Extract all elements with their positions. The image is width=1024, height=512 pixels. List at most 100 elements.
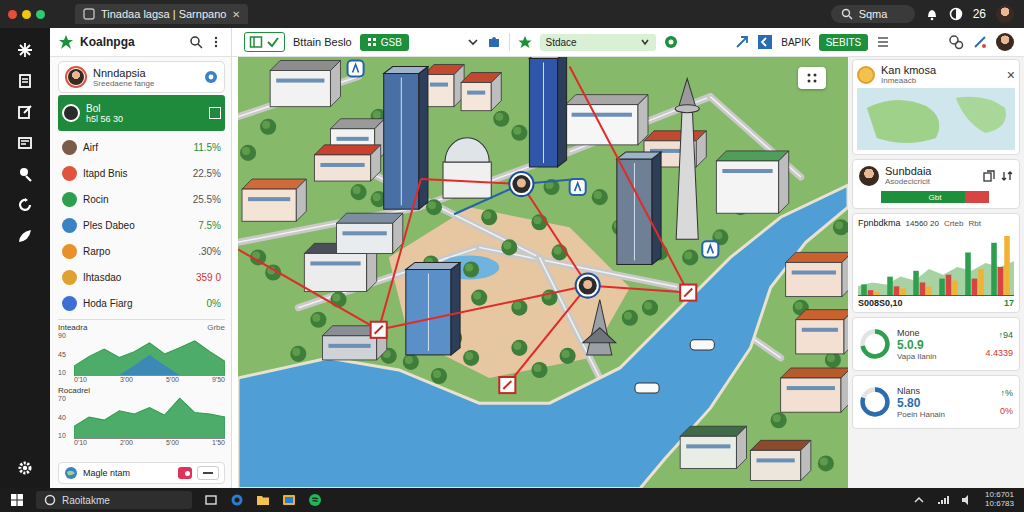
select-box[interactable] [209,107,221,119]
profile-name: Nnndapsia [93,67,198,79]
leaf-icon[interactable] [17,228,33,244]
sidebar-item[interactable]: Rarpo .30% [58,239,225,263]
volume-icon[interactable] [961,494,973,506]
notification-icon[interactable] [925,7,939,21]
y-tick: 70 [58,395,72,402]
user-pin[interactable] [509,172,533,196]
edit-icon[interactable] [17,104,33,120]
chart-bar [926,286,932,296]
sidebar-item[interactable]: Airf 11.5% [58,135,225,159]
chart-bar [1004,236,1010,296]
clock[interactable]: 10:670110:6783 [985,491,1014,509]
chart-series [74,356,225,377]
list-icon[interactable] [17,135,33,151]
music-icon[interactable] [308,493,322,507]
mini-map[interactable] [857,88,1015,150]
contact-subtitle: Asodecicricit [885,177,977,186]
folder-icon[interactable] [256,493,270,507]
refresh-icon[interactable] [17,197,33,213]
star-icon[interactable] [518,35,532,49]
donut-chart [859,328,891,360]
building [322,326,386,360]
share-icon[interactable] [972,34,988,50]
map[interactable] [238,57,848,488]
maximize-window-button[interactable] [36,10,45,19]
sidebar-item[interactable]: Ples Dabeo 7.5% [58,213,225,237]
task-view-icon[interactable] [204,493,218,507]
map-layers-button[interactable] [798,67,826,89]
gear-icon[interactable] [17,460,33,476]
contact-card[interactable]: Sunbdaia Asodecicricit Gbt [852,159,1020,209]
sidebar-item[interactable]: Itapd Bnis 22.5% [58,161,225,185]
y-tick: 40 [58,414,72,421]
app-icon[interactable] [282,493,296,507]
tab-close-button[interactable]: ✕ [232,9,240,20]
footer-toggle[interactable] [178,467,192,479]
menu-icon[interactable] [876,35,890,49]
sidebar-item[interactable]: Hoda Fiarg 0% [58,291,225,315]
person-search-icon[interactable] [17,166,33,182]
red-marker[interactable] [371,322,387,338]
action-button[interactable]: SEBITS [819,34,869,51]
chart-bar [998,267,1004,296]
user-pin[interactable] [576,274,600,298]
red-marker[interactable] [499,377,515,393]
tree [463,261,479,277]
puzzle-icon[interactable] [487,35,501,49]
item-avatar [62,218,77,233]
view-toggle[interactable] [244,32,285,52]
sidebar-item[interactable]: Ihtasdao 359 0 [58,265,225,289]
status-icon[interactable] [664,35,678,49]
route-line [421,179,521,184]
sort-icon[interactable] [1001,170,1013,182]
collapse-button[interactable] [197,466,219,480]
blue-pin[interactable] [348,60,364,76]
red-marker[interactable] [680,285,696,301]
search-icon[interactable] [189,35,203,49]
windows-start-icon[interactable] [10,493,24,507]
spark-icon[interactable] [17,42,33,58]
route-line [238,249,379,329]
bookmark-icon[interactable] [757,34,773,50]
browser-tab[interactable]: Tinadaa lagsa | Sarnpano ✕ [75,4,248,24]
user-avatar[interactable] [996,33,1014,51]
chart-plot [74,332,225,376]
blue-pin[interactable] [570,179,586,195]
filter-dropdown[interactable]: Stdace [540,34,656,51]
close-window-button[interactable] [8,10,17,19]
item-name: Rarpo [83,246,192,257]
more-icon[interactable] [209,35,223,49]
toolbar-title: Bttain Beslo [293,36,352,48]
taskbar-search[interactable]: Raoitakme [36,491,192,509]
browser-search[interactable]: Sqma [831,5,915,23]
copy-icon[interactable] [983,170,995,182]
item-value: 7.5% [198,220,221,231]
network-icon[interactable] [937,494,949,506]
settings-icon[interactable] [948,34,964,50]
user-avatar[interactable] [996,5,1014,23]
blue-pin[interactable] [702,241,718,257]
minimize-window-button[interactable] [22,10,31,19]
chart-total: S008S0,10 [858,298,903,308]
browser-icon[interactable] [230,493,244,507]
stat-delta: ↑% [1000,388,1013,398]
chart-plot [74,395,225,439]
document-icon[interactable] [17,73,33,89]
map-canvas[interactable] [238,57,848,488]
item-name: Ihtasdao [83,272,190,283]
theme-icon[interactable] [949,7,963,21]
chart-bar [861,284,867,296]
primary-button[interactable]: GSB [360,34,409,51]
tree [531,362,547,378]
item-avatar [62,270,77,285]
globe-icon [64,466,78,480]
sidebar-item[interactable]: Rocin 25.5% [58,187,225,211]
close-button[interactable]: × [1007,67,1015,83]
chevron-down-icon[interactable] [467,36,479,48]
sidebar-item[interactable]: Bol h5l 56 30 [58,95,225,131]
profile-card[interactable]: Nnndapsia Sreedaene fange [58,61,225,93]
route-line [588,286,688,293]
chevron-up-icon[interactable] [913,494,925,506]
navigate-icon[interactable] [735,35,749,49]
count-badge: 26 [973,7,986,21]
